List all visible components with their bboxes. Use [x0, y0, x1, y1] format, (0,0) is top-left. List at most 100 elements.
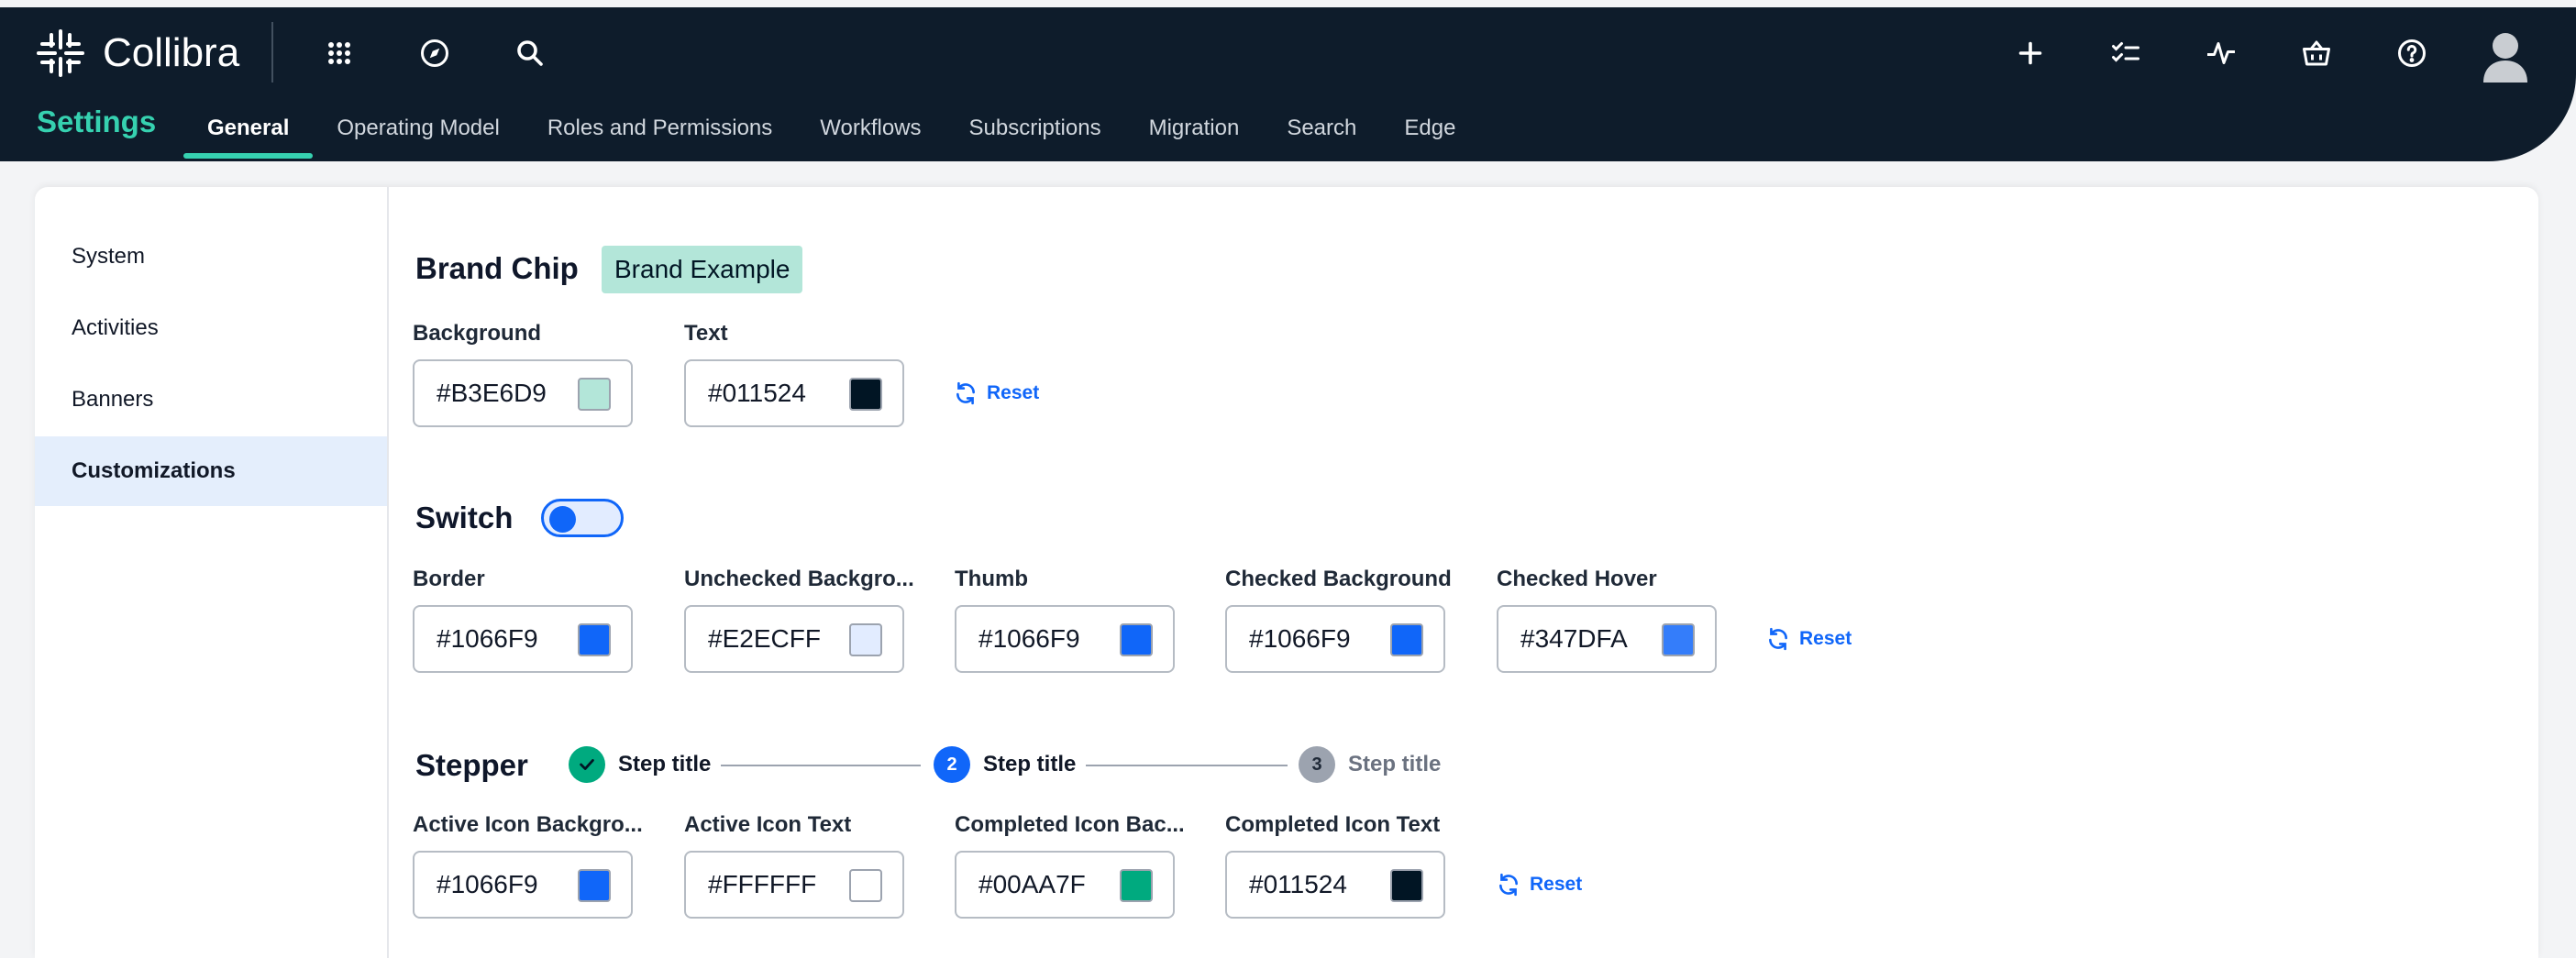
color-swatch[interactable] — [578, 378, 611, 411]
step-number: 3 — [1299, 746, 1335, 783]
color-value: #011524 — [1249, 870, 1347, 898]
stepper-completed-icon-background-label: Completed Icon Bac... — [955, 812, 1185, 837]
color-swatch[interactable] — [1120, 623, 1153, 656]
step-2: 2 Step title — [934, 746, 1076, 783]
tab-workflows[interactable]: Workflows — [796, 95, 945, 158]
color-swatch[interactable] — [849, 378, 882, 411]
stepper-active-icon-text-label: Active Icon Text — [684, 812, 852, 837]
stepper-completed-icon-text-field[interactable]: #011524 — [1225, 851, 1445, 919]
color-value: #B3E6D9 — [437, 379, 547, 407]
stepper-title: Stepper — [415, 748, 528, 782]
switch-checked-hover-label: Checked Hover — [1497, 567, 1657, 591]
tab-general[interactable]: General — [183, 95, 314, 159]
step-label: Step title — [618, 752, 712, 776]
brand-chip-preview: Brand Example — [602, 246, 803, 293]
stepper-reset-button[interactable]: Reset — [1497, 873, 1582, 897]
tab-search[interactable]: Search — [1263, 95, 1380, 158]
page-title: Settings — [37, 105, 157, 138]
apps-grid-icon[interactable] — [314, 28, 365, 79]
switch-checked-background-label: Checked Background — [1225, 567, 1452, 591]
color-value: #1066F9 — [437, 624, 538, 653]
reset-label: Reset — [1530, 874, 1583, 895]
reset-label: Reset — [1799, 628, 1852, 649]
activity-icon[interactable] — [2195, 28, 2247, 79]
brand-chip-reset-button[interactable]: Reset — [954, 381, 1039, 405]
reset-label: Reset — [987, 382, 1040, 403]
switch-thumb — [549, 506, 576, 533]
compass-icon[interactable] — [409, 28, 460, 79]
tasks-icon[interactable] — [2100, 28, 2151, 79]
tab-roles-and-permissions[interactable]: Roles and Permissions — [524, 95, 796, 158]
color-value: #1066F9 — [437, 870, 538, 898]
sidebar-item-label: System — [72, 244, 146, 269]
brand-chip-title: Brand Chip — [415, 251, 579, 285]
switch-border-field[interactable]: #1066F9 — [413, 605, 633, 673]
step-label: Step title — [1348, 752, 1442, 776]
color-swatch[interactable] — [578, 623, 611, 656]
tab-operating-model[interactable]: Operating Model — [313, 95, 523, 158]
top-navigation-bar: Collibra Settings General Operating Mode… — [0, 7, 2576, 161]
brand-chip-background-field[interactable]: #B3E6D9 — [413, 359, 633, 427]
avatar-icon[interactable] — [2482, 29, 2529, 83]
color-value: #E2ECFF — [708, 624, 821, 653]
refresh-icon — [1499, 873, 1518, 897]
sidebar-item-banners[interactable]: Banners — [35, 365, 387, 435]
settings-tabs: General Operating Model Roles and Permis… — [183, 95, 1479, 159]
color-value: #011524 — [708, 379, 806, 407]
stepper-active-icon-background-field[interactable]: #1066F9 — [413, 851, 633, 919]
color-value: #FFFFFF — [708, 870, 817, 898]
refresh-icon — [956, 381, 975, 405]
basket-icon[interactable] — [2291, 28, 2342, 79]
step-connector — [1086, 765, 1288, 766]
sidebar-item-label: Activities — [72, 315, 159, 340]
app-name: Collibra — [103, 30, 240, 75]
sidebar: System Activities Banners Customizations — [35, 187, 389, 958]
step-number: 2 — [934, 746, 970, 783]
color-value: #1066F9 — [1249, 624, 1351, 653]
color-value: #00AA7F — [978, 870, 1086, 898]
switch-thumb-field[interactable]: #1066F9 — [955, 605, 1175, 673]
brand-chip-text-label: Text — [684, 321, 728, 346]
stepper-completed-icon-text-label: Completed Icon Text — [1225, 812, 1441, 837]
brand-chip-background-label: Background — [413, 321, 542, 346]
color-swatch[interactable] — [1662, 623, 1695, 656]
stepper-active-icon-text-field[interactable]: #FFFFFF — [684, 851, 904, 919]
color-swatch[interactable] — [1390, 869, 1423, 902]
step-3: 3 Step title — [1299, 746, 1441, 783]
switch-checked-background-field[interactable]: #1066F9 — [1225, 605, 1445, 673]
switch-unchecked-background-field[interactable]: #E2ECFF — [684, 605, 904, 673]
switch-border-label: Border — [413, 567, 485, 591]
color-swatch[interactable] — [1120, 869, 1153, 902]
switch-preview[interactable] — [541, 499, 624, 537]
stepper-active-icon-background-label: Active Icon Backgro... — [413, 812, 643, 837]
color-swatch[interactable] — [849, 623, 882, 656]
switch-title: Switch — [415, 501, 514, 534]
step-1: Step title — [569, 746, 711, 783]
check-icon — [569, 746, 605, 783]
tab-edge[interactable]: Edge — [1380, 95, 1479, 158]
plus-icon[interactable] — [2005, 28, 2056, 79]
help-icon[interactable] — [2386, 28, 2438, 79]
switch-thumb-label: Thumb — [955, 567, 1028, 591]
search-icon[interactable] — [504, 28, 556, 79]
tab-subscriptions[interactable]: Subscriptions — [945, 95, 1125, 158]
color-swatch[interactable] — [849, 869, 882, 902]
brand-chip-text-field[interactable]: #011524 — [684, 359, 904, 427]
sidebar-item-label: Customizations — [72, 458, 236, 483]
step-connector — [721, 765, 921, 766]
color-swatch[interactable] — [1390, 623, 1423, 656]
collibra-logo-icon — [37, 29, 84, 77]
sidebar-item-system[interactable]: System — [35, 222, 387, 292]
switch-unchecked-background-label: Unchecked Backgro... — [684, 567, 914, 591]
collibra-logo[interactable]: Collibra — [35, 28, 239, 79]
sidebar-item-customizations[interactable]: Customizations — [35, 436, 387, 506]
color-value: #1066F9 — [978, 624, 1080, 653]
switch-reset-button[interactable]: Reset — [1766, 627, 1852, 651]
color-swatch[interactable] — [578, 869, 611, 902]
logo-divider — [271, 22, 273, 83]
tab-migration[interactable]: Migration — [1125, 95, 1264, 158]
sidebar-item-label: Banners — [72, 387, 154, 412]
switch-checked-hover-field[interactable]: #347DFA — [1497, 605, 1717, 673]
stepper-completed-icon-background-field[interactable]: #00AA7F — [955, 851, 1175, 919]
sidebar-item-activities[interactable]: Activities — [35, 293, 387, 363]
